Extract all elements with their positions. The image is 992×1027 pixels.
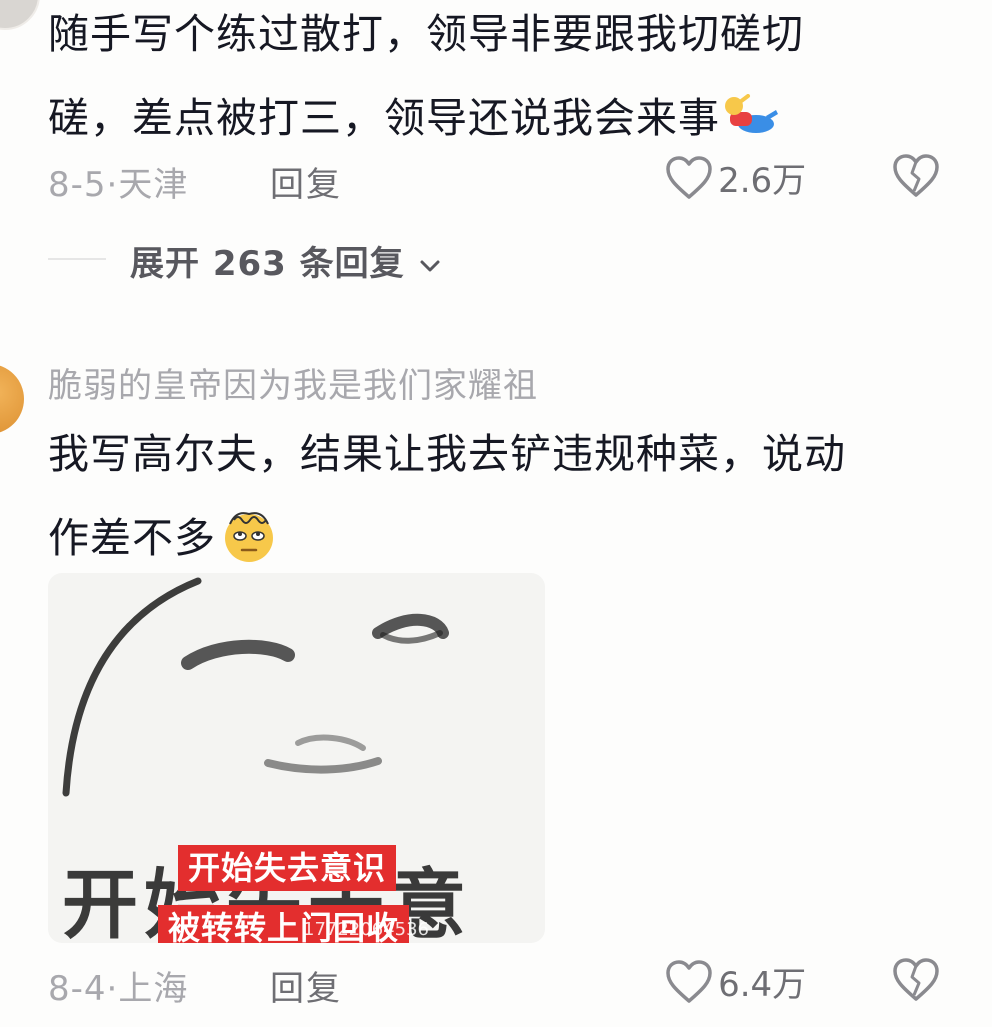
expand-replies-label: 展开 263 条回复	[130, 244, 405, 284]
heart-icon	[666, 959, 712, 1003]
comment-line: 随手写个练过散打，领导非要跟我切磋切	[48, 10, 804, 58]
dislike-button[interactable]	[892, 153, 940, 203]
comment-line: 磋，差点被打三，领导还说我会来事	[48, 76, 804, 160]
dizzy-face-emoji-icon	[225, 512, 273, 562]
comment-text: 随手写个练过散打，领导非要跟我切磋切 磋，差点被打三，领导还说我会来事	[48, 0, 804, 160]
broken-heart-icon	[893, 958, 939, 1001]
reply-button[interactable]: 回复	[270, 961, 342, 1010]
comment-meta: 8-4·上海	[48, 969, 189, 1009]
like-count: 6.4万	[718, 965, 807, 1005]
image-watermark: 17722064536	[303, 919, 429, 940]
comment-line: 我写高尔夫，结果让我去铲违规种菜，说动	[48, 430, 846, 478]
expand-replies-button[interactable]: 展开 263 条回复	[130, 236, 442, 285]
comment-date: 8-5	[48, 165, 107, 205]
meme-caption: 开始失去意识	[178, 845, 397, 891]
comment-image[interactable]: 开始失去意识 开始失去意识 被转转上门回收 17722064536	[48, 573, 545, 943]
chevron-down-icon	[420, 260, 439, 271]
avatar[interactable]	[0, 0, 40, 30]
like-button[interactable]: 2.6万	[665, 153, 806, 202]
divider	[48, 258, 106, 260]
comment-date: 8-4	[48, 969, 107, 1009]
falling-person-emoji-icon	[725, 94, 778, 133]
comment-line: 作差不多	[48, 496, 846, 580]
like-button[interactable]: 6.4万	[665, 957, 806, 1006]
comment-location: 上海	[118, 969, 189, 1009]
like-count: 2.6万	[718, 161, 807, 201]
avatar[interactable]	[0, 364, 24, 434]
comment-meta: 8-5·天津	[48, 165, 189, 205]
comment-text: 我写高尔夫，结果让我去铲违规种菜，说动 作差不多	[48, 412, 846, 580]
heart-icon	[666, 155, 712, 199]
dislike-button[interactable]	[892, 957, 940, 1007]
comment-location: 天津	[118, 165, 189, 205]
broken-heart-icon	[893, 154, 939, 197]
reply-button[interactable]: 回复	[270, 157, 342, 206]
username[interactable]: 脆弱的皇帝因为我是我们家耀祖	[48, 358, 538, 407]
